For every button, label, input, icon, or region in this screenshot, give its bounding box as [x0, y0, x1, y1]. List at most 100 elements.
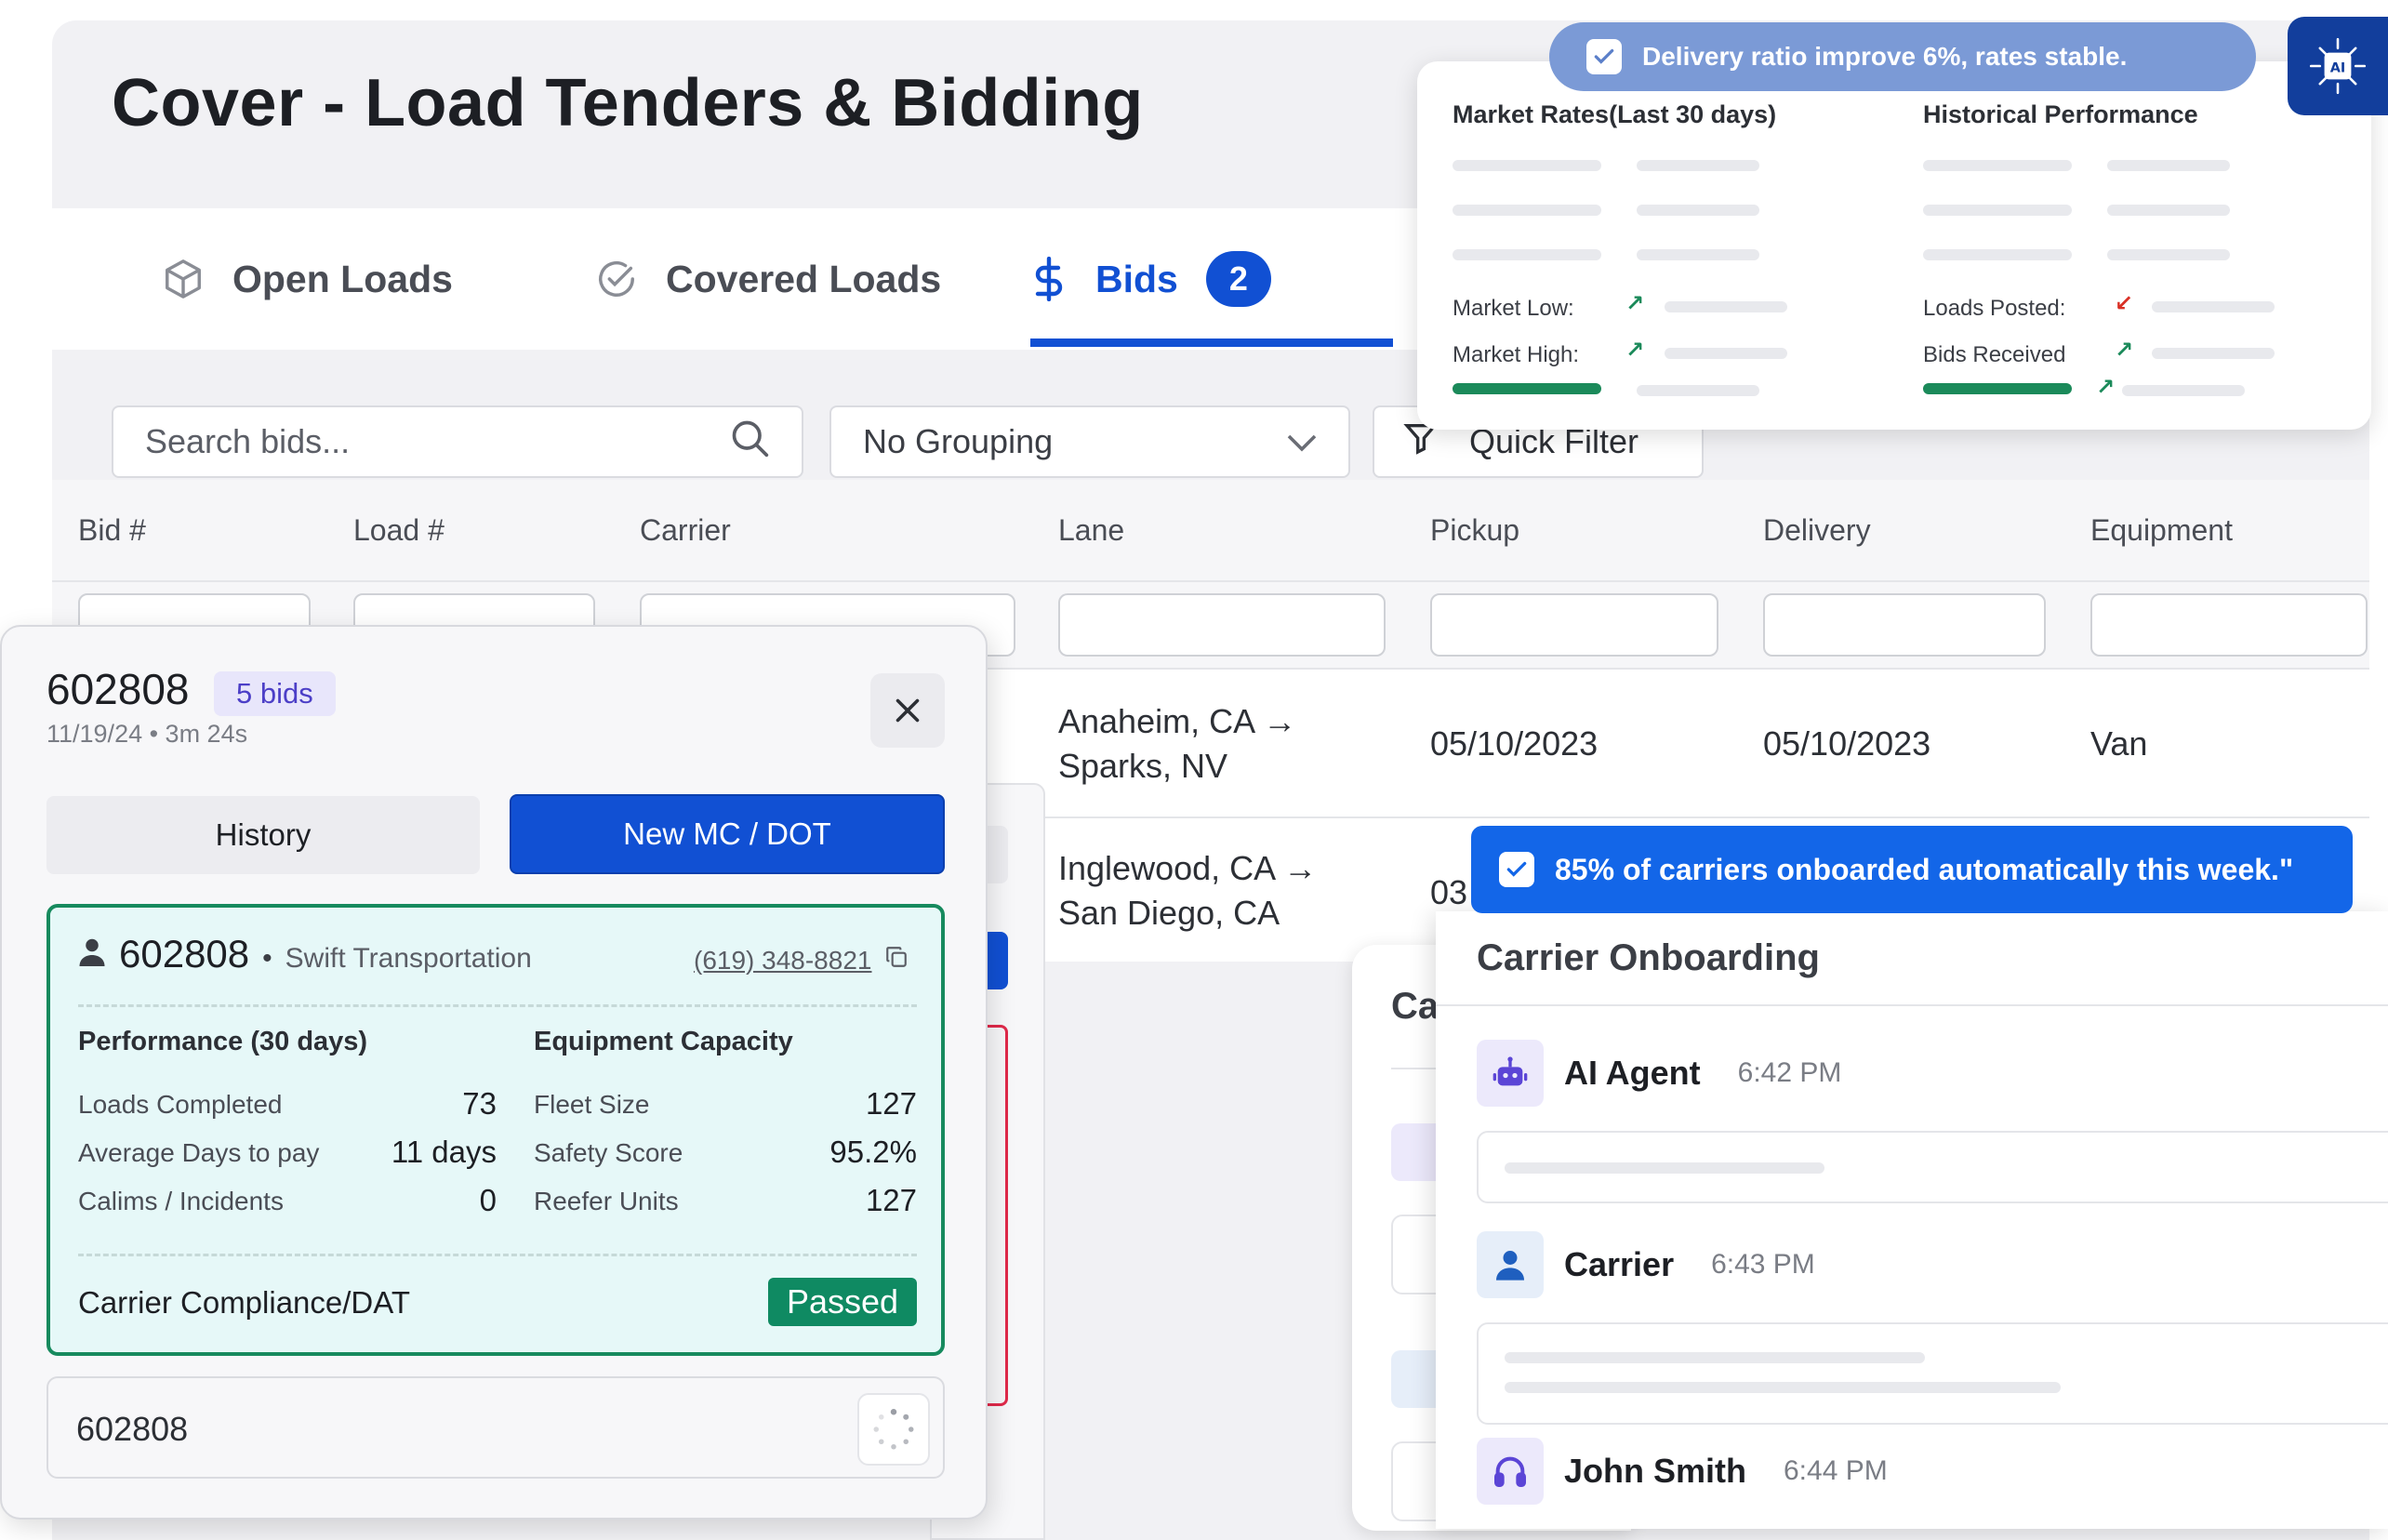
dashed-divider — [78, 1254, 917, 1256]
search-icon — [729, 418, 770, 467]
bids-received-label: Bids Received — [1923, 342, 2066, 367]
skeleton-line — [1637, 205, 1759, 216]
carrier-phone: (619) 348-8821 — [694, 945, 872, 975]
skeleton-line — [2107, 249, 2230, 260]
ai-chip-label: AI — [2330, 60, 2346, 75]
arrow-up-icon: ↗ — [1625, 291, 1645, 316]
bid-number: 602808 — [46, 665, 190, 713]
chat-sender-name: John Smith — [1564, 1452, 1746, 1490]
chat-timestamp: 6:44 PM — [1784, 1455, 1888, 1486]
skeleton-line — [1505, 1162, 1824, 1174]
search-input[interactable]: Search bids... — [112, 405, 803, 478]
carrier-card: 602808 • Swift Transportation (619) 348-… — [46, 904, 945, 1356]
reefer-units-value: 127 — [865, 1183, 917, 1217]
filter-input-delivery[interactable] — [1763, 593, 2046, 657]
fleet-size-label: Fleet Size — [534, 1090, 650, 1119]
market-high-label: Market High: — [1453, 342, 1580, 367]
lane-from: Anaheim, CA → — [1058, 702, 1297, 740]
column-header-lane[interactable]: Lane — [1058, 513, 1124, 548]
filter-input-equipment[interactable] — [2090, 593, 2368, 657]
lane-to: Sparks, NV — [1058, 747, 1228, 785]
chat-message-carrier: Carrier 6:43 PM — [1477, 1231, 1815, 1298]
column-header-load[interactable]: Load # — [353, 513, 444, 548]
skeleton-line — [1665, 301, 1787, 312]
skeleton-line — [2152, 348, 2275, 359]
grouping-select[interactable]: No Grouping — [829, 405, 1350, 478]
tab-covered-loads[interactable]: Covered Loads — [595, 208, 941, 350]
bid-subtitle: 11/19/24 • 3m 24s — [46, 720, 248, 748]
equipment-capacity-title: Equipment Capacity — [534, 1027, 793, 1056]
close-icon — [896, 698, 920, 723]
bid-detail-card: 602808 5 bids 11/19/24 • 3m 24s History … — [0, 625, 988, 1520]
checkbox-icon — [1499, 852, 1534, 887]
ai-chip-button[interactable]: AI — [2288, 17, 2388, 115]
arrow-down-icon: ↙ — [2115, 291, 2134, 316]
chat-bubble — [1477, 1131, 2388, 1203]
tab-label: Open Loads — [232, 257, 453, 300]
delivery-ratio-banner: Delivery ratio improve 6%, rates stable. — [1549, 22, 2256, 91]
compliance-status-badge: Passed — [768, 1278, 917, 1326]
grouping-value: No Grouping — [863, 422, 1054, 460]
carrier-onboarding-panel: Carrier Onboarding AI Agent 6:42 PM Carr… — [1436, 911, 2388, 1529]
close-button[interactable] — [870, 673, 945, 748]
mc-dot-input[interactable]: 602808 — [46, 1376, 945, 1479]
column-header-equipment[interactable]: Equipment — [2090, 513, 2233, 548]
chat-sender-name: Carrier — [1564, 1245, 1675, 1283]
safety-score-value: 95.2% — [829, 1135, 917, 1169]
skeleton-line — [1637, 160, 1759, 171]
delivery-date: 05/10/2023 — [1763, 724, 1931, 763]
market-low-label: Market Low: — [1453, 296, 1574, 321]
skeleton-line — [1505, 1352, 1925, 1363]
loading-spinner-icon — [857, 1393, 930, 1466]
new-mc-dot-button[interactable]: New MC / DOT — [510, 794, 945, 874]
chevron-down-icon — [1287, 422, 1317, 461]
check-circle-icon — [595, 258, 638, 300]
column-header-pickup[interactable]: Pickup — [1430, 513, 1519, 548]
tab-open-loads[interactable]: Open Loads — [162, 208, 453, 350]
loads-posted-label: Loads Posted: — [1923, 296, 2066, 321]
chat-timestamp: 6:42 PM — [1737, 1057, 1842, 1088]
equipment-type: Van — [2090, 724, 2148, 763]
skeleton-line — [1665, 348, 1787, 359]
lane-from: Inglewood, CA → — [1058, 849, 1318, 887]
column-header-delivery[interactable]: Delivery — [1763, 513, 1871, 548]
carrier-name: Swift Transportation — [285, 943, 532, 974]
tab-label: Covered Loads — [666, 257, 942, 300]
column-header-bid[interactable]: Bid # — [78, 513, 146, 548]
history-button[interactable]: History — [46, 796, 480, 874]
arrow-up-icon: ↗ — [2115, 338, 2134, 363]
filter-input-lane[interactable] — [1058, 593, 1386, 657]
carrier-phone-link[interactable]: (619) 348-8821 — [694, 945, 909, 976]
onboarding-banner: 85% of carriers onboarded automatically … — [1471, 826, 2353, 913]
divider — [1436, 1004, 2388, 1006]
box-icon — [162, 258, 205, 300]
filter-input-pickup[interactable] — [1430, 593, 1718, 657]
skeleton-line — [2152, 301, 2275, 312]
tab-label: Bids — [1095, 257, 1178, 300]
performance-title: Performance (30 days) — [78, 1027, 368, 1056]
ai-chip-icon: AI — [2309, 37, 2367, 95]
separator-dot: • — [262, 943, 272, 974]
arrow-up-icon: ↗ — [1625, 338, 1645, 363]
active-tab-indicator — [1030, 339, 1393, 347]
background-chat-title: Ca — [1391, 986, 1439, 1027]
onboarding-banner-text: 85% of carriers onboarded automatically … — [1555, 852, 2294, 886]
headset-icon — [1477, 1438, 1544, 1505]
tab-bids[interactable]: Bids 2 — [1030, 208, 1271, 350]
person-icon — [78, 936, 106, 973]
arrow-up-icon: ↗ — [2096, 375, 2116, 400]
carrier-header: 602808 • Swift Transportation — [78, 932, 532, 976]
market-rates-panel: Market Rates(Last 30 days) Historical Pe… — [1417, 61, 2371, 430]
fleet-size-value: 127 — [865, 1086, 917, 1121]
copy-icon[interactable] — [884, 945, 909, 976]
column-header-carrier[interactable]: Carrier — [640, 513, 731, 548]
robot-icon — [1477, 1040, 1544, 1107]
skeleton-line — [1637, 385, 1759, 396]
skeleton-line — [2122, 385, 2245, 396]
carrier-onboarding-title: Carrier Onboarding — [1477, 937, 1820, 978]
skeleton-line — [1453, 205, 1601, 216]
delivery-banner-text: Delivery ratio improve 6%, rates stable. — [1642, 42, 2128, 71]
skeleton-line — [1923, 205, 2072, 216]
bids-count-badge: 5 bids — [214, 671, 336, 716]
skeleton-line — [1923, 160, 2072, 171]
